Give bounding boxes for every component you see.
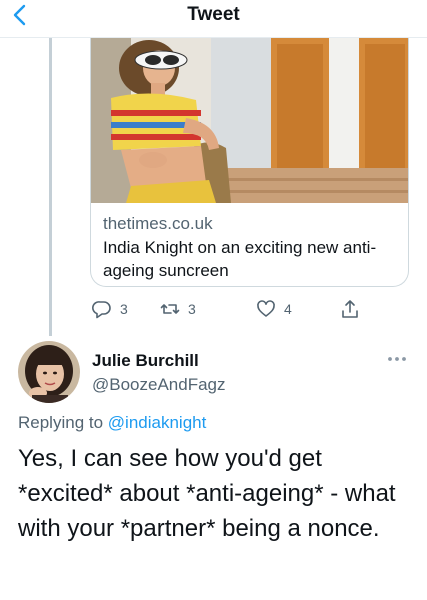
link-title: India Knight on an exciting new anti-age… xyxy=(103,238,377,280)
reply-count: 3 xyxy=(120,301,128,317)
share-button[interactable] xyxy=(340,296,360,322)
replying-to-mention[interactable]: @indiaknight xyxy=(108,413,207,432)
reply-icon xyxy=(92,301,111,319)
retweet-icon xyxy=(160,304,180,314)
replying-to-label: Replying to xyxy=(18,413,104,432)
top-bar: Tweet xyxy=(0,0,427,38)
user-handle[interactable]: @BoozeAndFagz xyxy=(92,375,226,395)
display-name[interactable]: Julie Burchill xyxy=(92,351,199,371)
article-image xyxy=(91,38,408,203)
tweet-text: Yes, I can see how you'd get *excited* a… xyxy=(18,445,396,542)
reply-button[interactable]: 3 xyxy=(92,296,128,322)
retweet-button[interactable]: 3 xyxy=(160,296,196,322)
like-button[interactable]: 4 xyxy=(256,296,292,322)
share-icon xyxy=(342,300,358,318)
like-icon xyxy=(257,300,275,317)
link-preview-card[interactable]: thetimes.co.uk India Knight on an exciti… xyxy=(90,38,409,287)
tweet-actions: 3 3 4 xyxy=(90,296,370,322)
like-count: 4 xyxy=(284,301,292,317)
retweet-count: 3 xyxy=(188,301,196,317)
replying-to: Replying to @indiaknight xyxy=(18,413,206,433)
more-options-icon[interactable] xyxy=(386,354,408,364)
thread-line xyxy=(49,38,52,336)
link-domain: thetimes.co.uk xyxy=(103,214,213,233)
avatar[interactable] xyxy=(18,341,80,403)
page-title: Tweet xyxy=(187,4,240,25)
